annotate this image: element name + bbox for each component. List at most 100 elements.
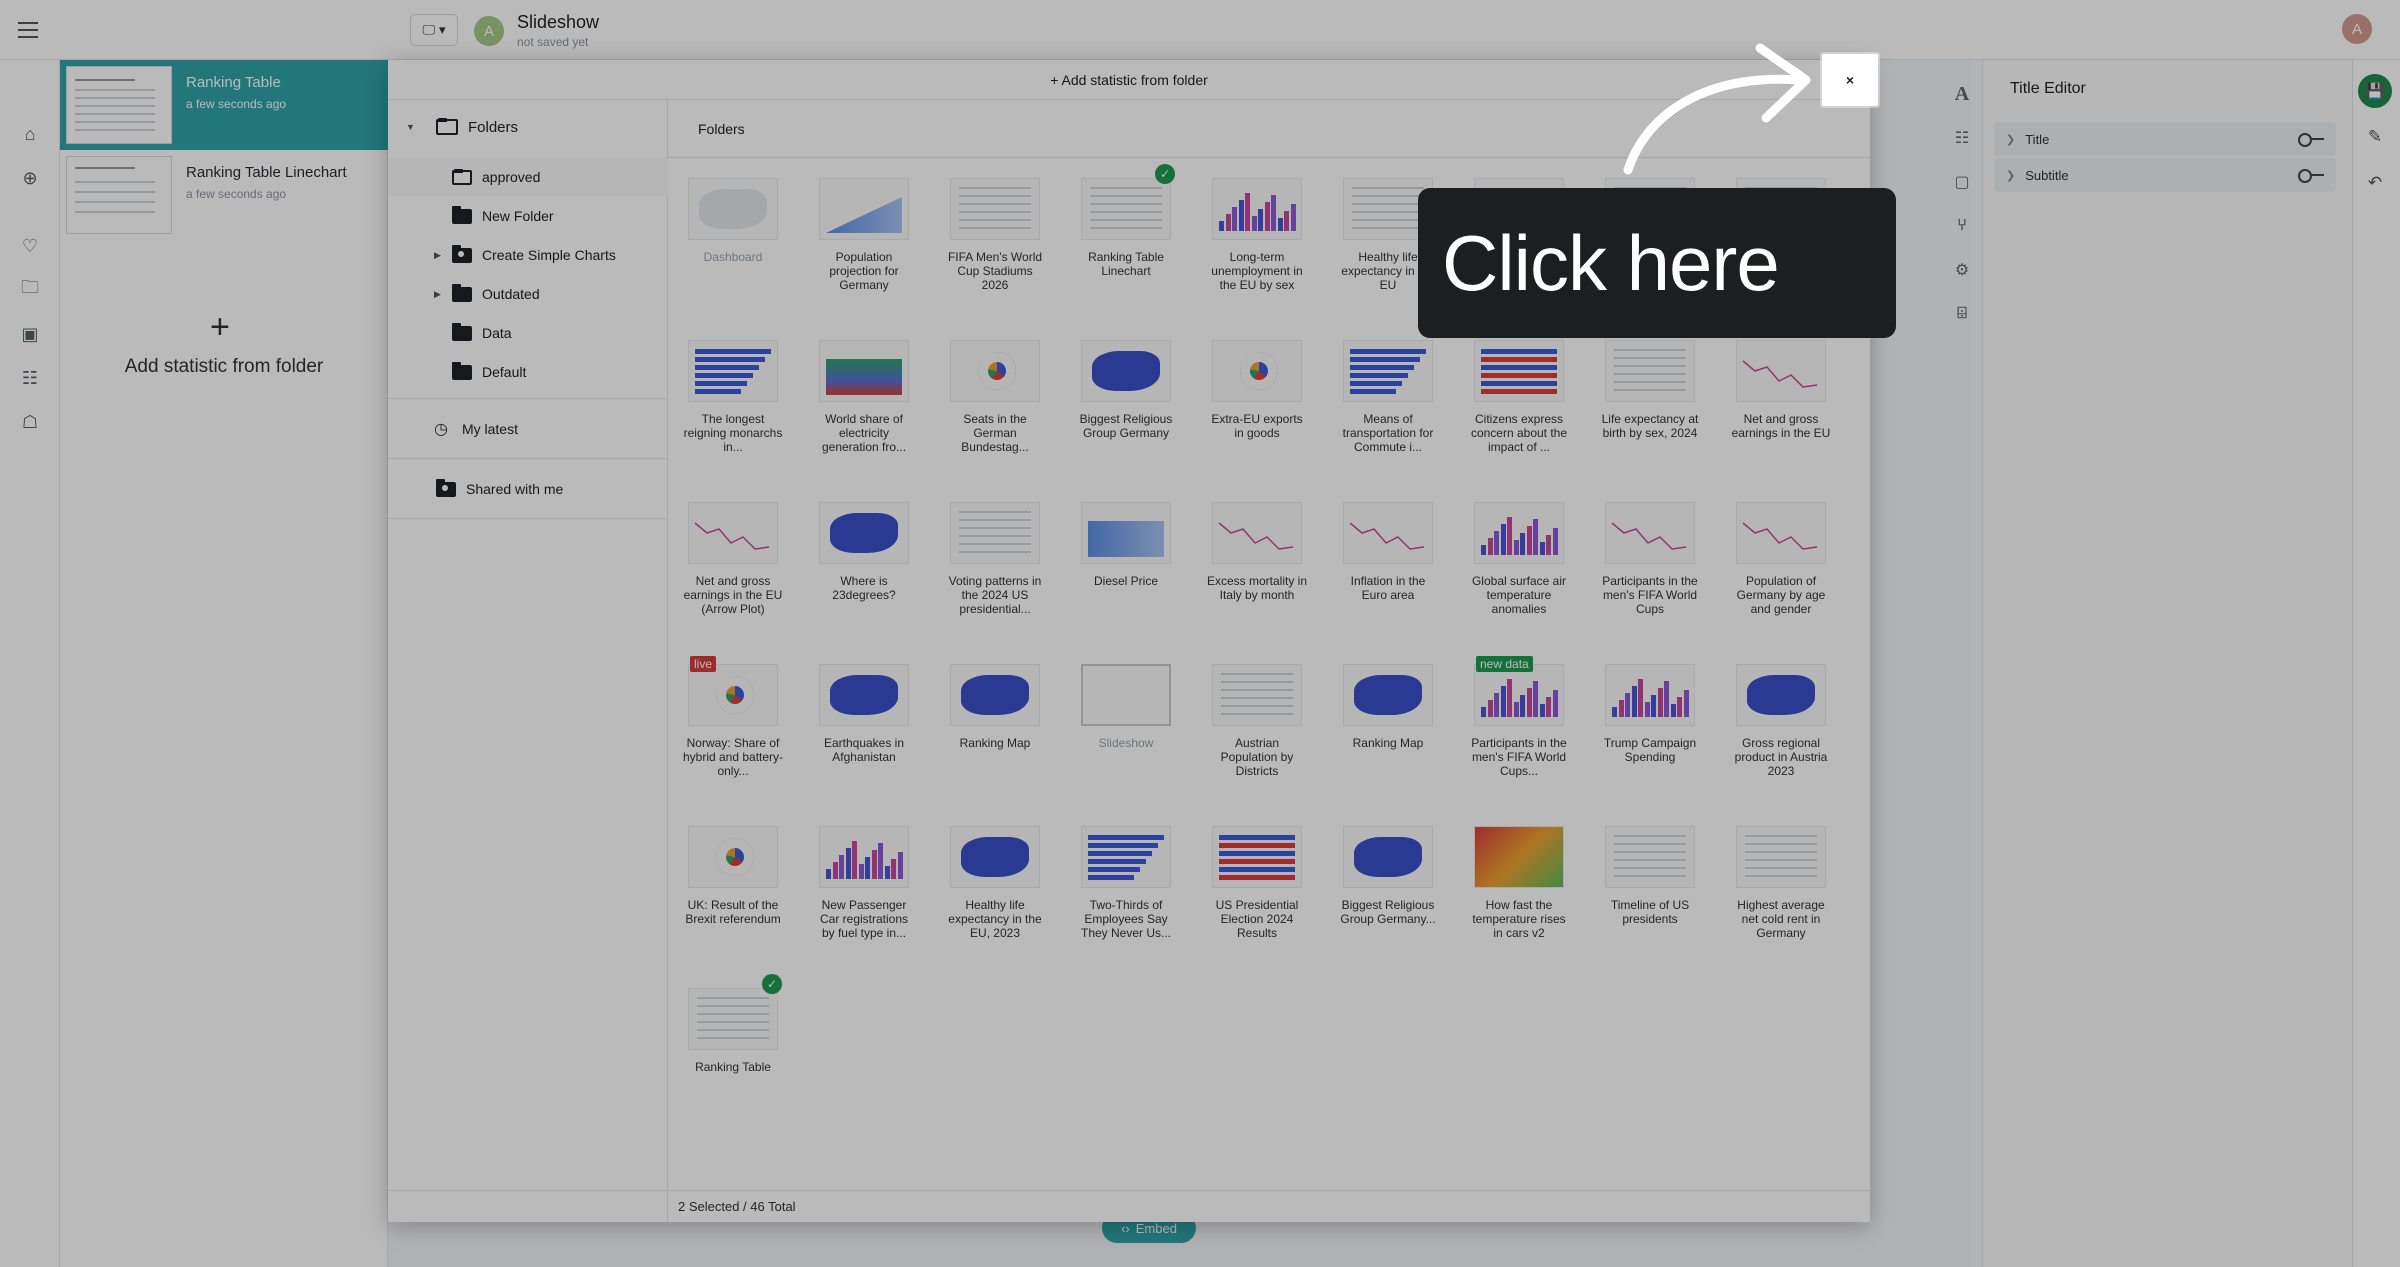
tree-folder-data[interactable]: Data bbox=[388, 314, 668, 352]
statistic-tile[interactable]: Extra-EU exports in goods bbox=[1202, 326, 1312, 476]
slide-timestamp: a few seconds ago bbox=[186, 97, 287, 111]
toggle-icon[interactable] bbox=[2298, 169, 2324, 183]
tree-my-latest[interactable]: ◷ My latest bbox=[388, 410, 668, 448]
heart-icon[interactable]: ♡ bbox=[16, 232, 44, 260]
save-button[interactable]: 💾 bbox=[2358, 74, 2392, 108]
hamburger-menu-icon[interactable] bbox=[18, 18, 42, 42]
tree-folder-default[interactable]: Default bbox=[388, 353, 668, 391]
statistic-tile[interactable]: FIFA Men's World Cup Stadiums 2026 bbox=[940, 164, 1050, 314]
present-button[interactable]: 🖵 ▾ bbox=[410, 14, 458, 46]
statistic-tile[interactable]: Highest average net cold rent in Germany bbox=[1726, 812, 1836, 962]
image-icon[interactable]: ▣ bbox=[16, 320, 44, 348]
toggle-icon[interactable] bbox=[2298, 133, 2324, 147]
statistic-label: Biggest Religious Group Germany bbox=[1079, 412, 1173, 440]
statistic-tile[interactable]: Trump Campaign Spending bbox=[1595, 650, 1705, 800]
add-slide-label[interactable]: Add statistic from folder bbox=[60, 356, 388, 378]
statistic-label: Ranking Map bbox=[959, 736, 1031, 750]
statistic-label: Biggest Religious Group Germany... bbox=[1340, 898, 1436, 926]
tree-folder-new-folder[interactable]: New Folder bbox=[388, 197, 668, 235]
statistic-tile[interactable]: ✓ Ranking Table Linechart bbox=[1071, 164, 1181, 314]
statistic-label: Timeline of US presidents bbox=[1610, 898, 1690, 926]
statistic-tile[interactable]: Diesel Price bbox=[1071, 488, 1181, 638]
statistic-tile[interactable]: Biggest Religious Group Germany bbox=[1071, 326, 1181, 476]
statistic-label: Means of transportation for Commute i... bbox=[1342, 412, 1434, 454]
caret-down-icon[interactable]: ▼ bbox=[406, 122, 415, 132]
caret-right-icon[interactable]: ▶ bbox=[434, 250, 441, 261]
statistic-thumbnail bbox=[688, 664, 778, 726]
statistic-tile[interactable]: Net and gross earnings in the EU bbox=[1726, 326, 1836, 476]
statistic-label: Austrian Population by Districts bbox=[1220, 736, 1294, 778]
table-tool-icon[interactable]: ☷ bbox=[1948, 124, 1976, 152]
statistic-tile[interactable]: Means of transportation for Commute i... bbox=[1333, 326, 1443, 476]
statistic-tile[interactable]: Two-Thirds of Employees Say They Never U… bbox=[1071, 812, 1181, 962]
branch-tool-icon[interactable]: ⑂ bbox=[1948, 212, 1976, 240]
pencil-icon[interactable]: ✎ bbox=[2362, 124, 2388, 150]
add-slide-plus-icon[interactable]: + bbox=[210, 308, 230, 347]
close-dialog-button[interactable]: × bbox=[1822, 54, 1878, 106]
home-icon[interactable]: ⌂ bbox=[16, 120, 44, 148]
statistic-tile[interactable]: live Norway: Share of hybrid and battery-… bbox=[678, 650, 788, 800]
paint-roller-icon[interactable]: ⌹ bbox=[1948, 300, 1976, 328]
statistic-tile[interactable]: Excess mortality in Italy by month bbox=[1202, 488, 1312, 638]
statistic-tile[interactable]: Participants in the men's FIFA World Cup… bbox=[1595, 488, 1705, 638]
statistic-tile[interactable]: Slideshow bbox=[1071, 650, 1181, 800]
statistic-tile[interactable]: UK: Result of the Brexit referendum bbox=[678, 812, 788, 962]
statistic-tile[interactable]: Voting patterns in the 2024 US president… bbox=[940, 488, 1050, 638]
statistic-tile[interactable]: New Passenger Car registrations by fuel … bbox=[809, 812, 919, 962]
user-avatar[interactable]: A bbox=[2342, 14, 2372, 44]
statistic-tile[interactable]: Net and gross earnings in the EU (Arrow … bbox=[678, 488, 788, 638]
gear-icon[interactable]: ⚙ bbox=[1948, 256, 1976, 284]
statistic-tile[interactable]: Long-term unemployment in the EU by sex bbox=[1202, 164, 1312, 314]
statistic-tile[interactable]: new data Participants in the men's FIFA W… bbox=[1464, 650, 1574, 800]
layout-tool-icon[interactable]: ▢ bbox=[1948, 168, 1976, 196]
tree-folder-approved[interactable]: approved bbox=[388, 158, 668, 196]
top-bar: 🖵 ▾ A Slideshow not saved yet A bbox=[0, 0, 2400, 60]
statistic-tile[interactable]: Dashboard bbox=[678, 164, 788, 314]
plus-circle-icon[interactable]: ⊕ bbox=[16, 164, 44, 192]
statistic-tile[interactable]: Seats in the German Bundestag... bbox=[940, 326, 1050, 476]
undo-icon[interactable]: ↶ bbox=[2362, 170, 2388, 196]
tree-shared-with-me[interactable]: Shared with me bbox=[388, 470, 668, 508]
statistic-tile[interactable]: Life expectancy at birth by sex, 2024 bbox=[1595, 326, 1705, 476]
graduation-cap-icon[interactable]: ☖ bbox=[16, 408, 44, 436]
statistic-label: New Passenger Car registrations by fuel … bbox=[819, 898, 909, 940]
slide-title: Ranking Table Linechart bbox=[186, 164, 347, 181]
statistic-tile[interactable]: ✓ Ranking Table bbox=[678, 974, 788, 1124]
statistic-label: Earthquakes in Afghanistan bbox=[823, 736, 905, 764]
statistic-tile[interactable]: Global surface air temperature anomalies bbox=[1464, 488, 1574, 638]
document-title[interactable]: Slideshow bbox=[517, 12, 599, 33]
statistic-tile[interactable]: US Presidential Election 2024 Results bbox=[1202, 812, 1312, 962]
statistic-tile[interactable]: Gross regional product in Austria 2023 bbox=[1726, 650, 1836, 800]
tree-root-folders[interactable]: ▼ Folders bbox=[388, 108, 668, 146]
statistic-tile[interactable]: Inflation in the Euro area bbox=[1333, 488, 1443, 638]
tree-folder-outdated[interactable]: ▶ Outdated bbox=[388, 275, 668, 313]
statistic-tile[interactable]: Ranking Map bbox=[1333, 650, 1443, 800]
tree-folder-create-simple-charts[interactable]: ▶ Create Simple Charts bbox=[388, 236, 668, 274]
sliders-icon[interactable]: ☷ bbox=[16, 364, 44, 392]
slide-item-ranking-table[interactable]: Ranking Table a few seconds ago bbox=[60, 60, 388, 150]
accordion-subtitle[interactable]: ❯ Subtitle bbox=[1994, 158, 2336, 192]
statistic-tile[interactable]: Earthquakes in Afghanistan bbox=[809, 650, 919, 800]
statistic-tile[interactable]: Biggest Religious Group Germany... bbox=[1333, 812, 1443, 962]
statistic-tile[interactable]: Ranking Map bbox=[940, 650, 1050, 800]
statistic-tile[interactable]: Timeline of US presidents bbox=[1595, 812, 1705, 962]
statistic-tile[interactable]: Citizens express concern about the impac… bbox=[1464, 326, 1574, 476]
statistic-thumbnail bbox=[1212, 664, 1302, 726]
statistic-tile[interactable]: The longest reigning monarchs in... bbox=[678, 326, 788, 476]
folder-icon[interactable]: 🗀 bbox=[16, 276, 44, 304]
statistic-tile[interactable]: Austrian Population by Districts bbox=[1202, 650, 1312, 800]
accordion-title[interactable]: ❯ Title bbox=[1994, 122, 2336, 156]
statistic-tile[interactable]: Healthy life expectancy in the EU, 2023 bbox=[940, 812, 1050, 962]
clock-icon: ◷ bbox=[434, 421, 448, 438]
statistic-tile[interactable]: Population projection for Germany bbox=[809, 164, 919, 314]
slide-item-ranking-table-linechart[interactable]: Ranking Table Linechart a few seconds ag… bbox=[60, 150, 388, 240]
statistic-tile[interactable]: Where is 23degrees? bbox=[809, 488, 919, 638]
statistic-tile[interactable]: Population of Germany by age and gender bbox=[1726, 488, 1836, 638]
text-tool-icon[interactable]: A bbox=[1948, 80, 1976, 108]
caret-right-icon[interactable]: ▶ bbox=[434, 289, 441, 300]
statistic-label: US Presidential Election 2024 Results bbox=[1215, 898, 1299, 940]
statistic-thumbnail bbox=[819, 340, 909, 402]
statistic-tile[interactable]: How fast the temperature rises in cars v… bbox=[1464, 812, 1574, 962]
accordion-label: Subtitle bbox=[2025, 167, 2069, 183]
statistic-tile[interactable]: World share of electricity generation fr… bbox=[809, 326, 919, 476]
